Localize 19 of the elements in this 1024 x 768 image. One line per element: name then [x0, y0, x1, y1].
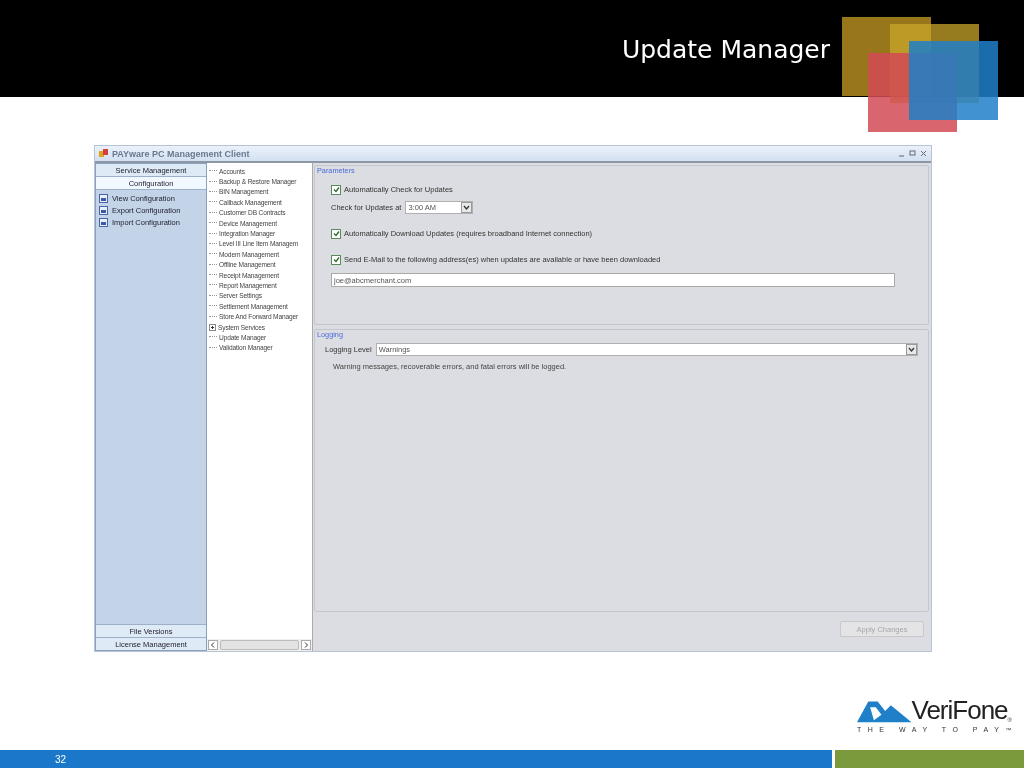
dropdown-arrow-icon[interactable]	[461, 201, 473, 213]
maximize-icon[interactable]	[909, 150, 916, 157]
app-icon	[99, 149, 108, 158]
close-icon[interactable]	[920, 150, 927, 157]
checkbox[interactable]	[331, 184, 341, 195]
document-icon	[99, 218, 108, 227]
scroll-left-icon[interactable]	[208, 640, 218, 650]
document-icon	[99, 206, 108, 215]
slide-title: Update Manager	[621, 34, 830, 64]
brand-name: VeriFone	[911, 697, 1008, 723]
dropdown-arrow-icon[interactable]	[906, 343, 917, 355]
expand-icon[interactable]	[209, 323, 216, 331]
scrollbar-thumb[interactable]	[220, 640, 299, 650]
window-title: PAYware PC Management Client	[112, 148, 251, 159]
scroll-right-icon[interactable]	[301, 640, 311, 650]
page-number: 32	[55, 753, 67, 765]
checkbox[interactable]	[331, 254, 341, 265]
checkbox[interactable]	[331, 228, 341, 239]
document-icon	[99, 194, 108, 203]
